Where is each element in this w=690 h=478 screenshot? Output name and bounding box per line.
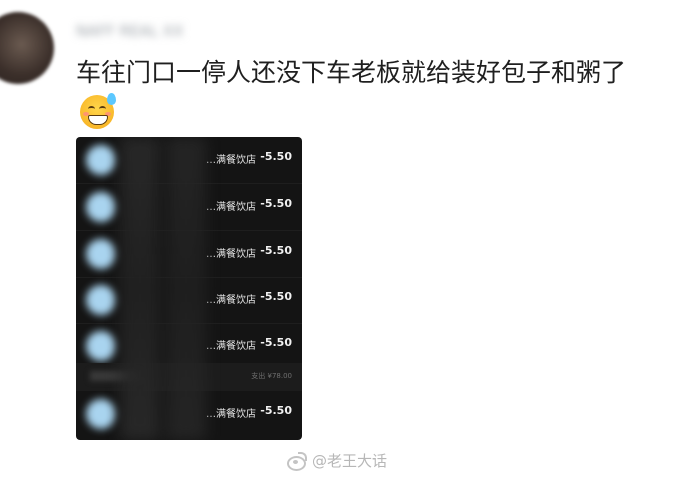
merchant-name: …满餐饮店 bbox=[206, 409, 256, 420]
merchant-name: …满餐饮店 bbox=[206, 341, 256, 352]
payment-amount: -5.50 bbox=[260, 336, 292, 349]
payment-amount: -5.50 bbox=[260, 404, 292, 417]
merchant-name: …满餐饮店 bbox=[206, 295, 256, 306]
payment-amount: -5.50 bbox=[260, 244, 292, 257]
merchant-avatar-icon bbox=[86, 331, 116, 361]
weibo-logo-icon bbox=[286, 451, 307, 471]
watermark-text: @老王大话 bbox=[312, 452, 388, 470]
merchant-avatar-icon bbox=[86, 145, 116, 175]
merchant-name: …满餐饮店 bbox=[206, 202, 256, 213]
payment-amount: -5.50 bbox=[260, 290, 292, 303]
merchant-avatar-icon bbox=[86, 285, 116, 315]
hot-face-emoji-icon bbox=[80, 93, 116, 129]
comment-text: 车往门口一停人还没下车老板就给装好包子和粥了 bbox=[76, 58, 627, 87]
payment-amount: -5.50 bbox=[260, 150, 292, 163]
weibo-watermark: @老王大话 bbox=[286, 450, 387, 471]
merchant-name: …满餐饮店 bbox=[206, 249, 256, 260]
payment-amount: -5.50 bbox=[260, 197, 292, 210]
comment-username[interactable]: NAFF REAL XX bbox=[76, 22, 226, 40]
payment-screenshot-card[interactable]: …满餐饮店 -5.50 …满餐饮店 -5.50 …满餐饮店 -5.50 …满餐饮… bbox=[76, 137, 302, 440]
summary-total: 支出 ¥78.00 bbox=[251, 372, 292, 380]
merchant-avatar-icon bbox=[86, 192, 116, 222]
merchant-name: …满餐饮店 bbox=[206, 155, 256, 166]
merchant-avatar-icon bbox=[86, 239, 116, 269]
merchant-avatar-icon bbox=[86, 399, 116, 429]
privacy-blur bbox=[120, 137, 160, 440]
user-avatar[interactable] bbox=[0, 12, 54, 84]
privacy-blur bbox=[166, 137, 206, 440]
